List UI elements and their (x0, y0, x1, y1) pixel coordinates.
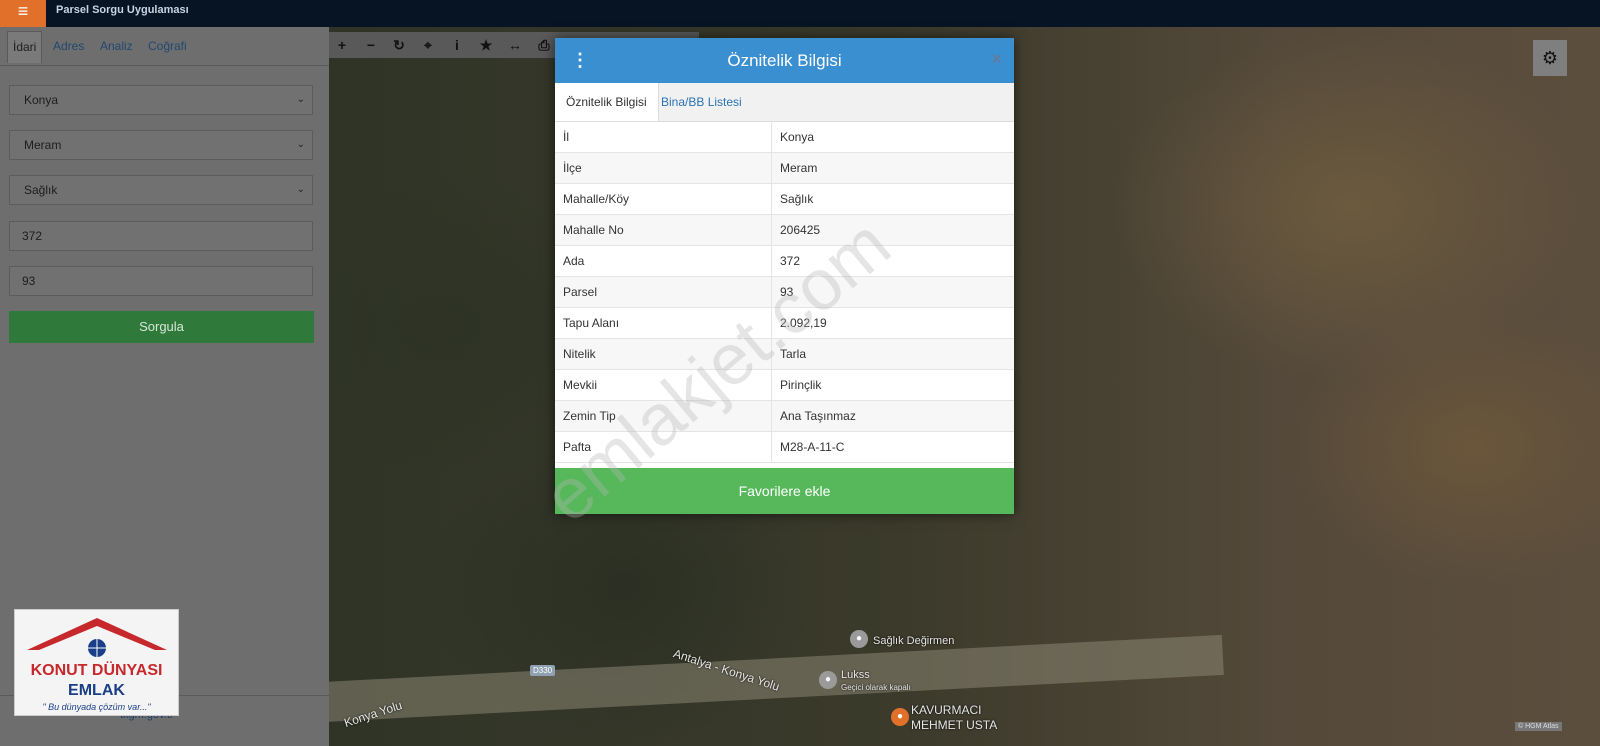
parsel-input[interactable]: 93 (9, 266, 313, 296)
table-row: Pafta M28-A-11-C (555, 431, 1014, 463)
poi-pin-icon[interactable]: ● (850, 630, 868, 648)
table-row: Nitelik Tarla (555, 338, 1014, 370)
measure-icon[interactable]: ↔ (504, 34, 526, 56)
attr-value: Konya (771, 122, 1014, 153)
map-label-poi: Sağlık Değirmen (873, 635, 955, 647)
app-title: Parsel Sorgu Uygulaması (56, 4, 189, 16)
map-label-poi-status: Geçici olarak kapalı (841, 683, 911, 692)
chevron-down-icon: ⌄ (296, 184, 305, 195)
ilce-select[interactable]: Meram ⌄ (9, 130, 313, 160)
chevron-down-icon: ⌄ (296, 94, 305, 105)
table-row: İlçe Meram (555, 152, 1014, 184)
chevron-down-icon: ⌄ (296, 139, 305, 150)
attr-value: 93 (771, 276, 1014, 308)
house-roof-icon (27, 618, 167, 657)
attr-value: Meram (771, 152, 1014, 184)
info-icon[interactable]: i (446, 34, 468, 56)
tab-idari[interactable]: İdari (7, 31, 43, 63)
table-row: Parsel 93 (555, 276, 1014, 308)
map-label-poi: KAVURMACI (911, 703, 982, 717)
modal-title: Öznitelik Bilgisi (727, 51, 842, 70)
poi-pin-icon[interactable]: ● (819, 671, 837, 689)
attr-value: 372 (771, 245, 1014, 277)
mahalle-select[interactable]: Sağlık ⌄ (9, 175, 313, 205)
il-select-value: Konya (24, 93, 59, 107)
tab-analiz[interactable]: Analiz (100, 39, 133, 53)
table-row: Mahalle No 206425 (555, 214, 1014, 246)
table-row: Tapu Alanı 2.092,19 (555, 307, 1014, 339)
map-label-poi-sub: MEHMET USTA (911, 718, 998, 732)
settings-gear-icon[interactable]: ⚙ (1533, 40, 1567, 76)
sidebar-tabs: İdari Adres Analiz Coğrafi (0, 27, 329, 66)
modal-tabs: Öznitelik Bilgisi Bina/BB Listesi (555, 83, 1014, 122)
logo-line-2: EMLAK (68, 682, 125, 699)
top-bar: ≡ Parsel Sorgu Uygulaması (0, 0, 1600, 27)
road-number-badge: D330 (530, 665, 556, 676)
tab-cografi[interactable]: Coğrafi (148, 39, 187, 53)
attr-key: Mevkii (555, 369, 772, 401)
zoom-in-icon[interactable]: + (331, 34, 353, 56)
close-icon[interactable]: × (991, 49, 1002, 70)
attr-key: Tapu Alanı (555, 307, 772, 339)
attr-key: Nitelik (555, 338, 772, 370)
attribute-table: İl Konya İlçe Meram Mahalle/Köy Sağlık Maha… (555, 122, 1014, 463)
ilce-select-value: Meram (24, 138, 62, 152)
attr-value: 206425 (771, 214, 1014, 246)
attr-value: Tarla (771, 338, 1014, 370)
tab-bina-listesi[interactable]: Bina/BB Listesi (650, 83, 753, 121)
attr-value: Pirinçlik (771, 369, 1014, 401)
attr-value: 2.092,19 (771, 307, 1014, 339)
attr-key: Pafta (555, 431, 772, 463)
zoom-out-icon[interactable]: − (360, 34, 382, 56)
map-label-poi: Lukss (841, 669, 870, 681)
table-row: Mahalle/Köy Sağlık (555, 183, 1014, 215)
restaurant-pin-icon[interactable]: ● (891, 708, 909, 726)
tab-oznitelik[interactable]: Öznitelik Bilgisi (555, 83, 659, 121)
logo-line-1: KONUT DÜNYASI (30, 662, 163, 679)
company-logo: KONUT DÜNYASI EMLAK " Bu dünyada çözüm v… (14, 609, 179, 716)
attr-key: İlçe (555, 152, 772, 184)
ada-input[interactable]: 372 (9, 221, 313, 251)
attribute-modal: ⋮ Öznitelik Bilgisi × Öznitelik Bilgisi … (555, 38, 1014, 514)
star-icon[interactable]: ★ (475, 34, 497, 56)
modal-header: ⋮ Öznitelik Bilgisi × (555, 38, 1014, 83)
map-attribution: © HGM Atlas (1515, 722, 1562, 731)
table-row: Zemin Tip Ana Taşınmaz (555, 400, 1014, 432)
attr-key: Mahalle/Köy (555, 183, 772, 215)
attr-key: Parsel (555, 276, 772, 308)
table-row: İl Konya (555, 122, 1014, 153)
add-favorite-button[interactable]: Favorilere ekle (555, 468, 1014, 514)
attr-value: Ana Taşınmaz (771, 400, 1014, 432)
sorgula-button[interactable]: Sorgula (9, 311, 314, 343)
print-icon[interactable]: ⎙ (533, 34, 555, 56)
attr-value: Sağlık (771, 183, 1014, 215)
il-select[interactable]: Konya ⌄ (9, 85, 313, 115)
attr-value: M28-A-11-C (771, 431, 1014, 463)
attr-key: Mahalle No (555, 214, 772, 246)
table-row: Ada 372 (555, 245, 1014, 277)
locate-icon[interactable]: ⌖ (417, 34, 439, 56)
logo-slogan: " Bu dünyada çözüm var..." (42, 702, 151, 712)
attr-key: Ada (555, 245, 772, 277)
attr-key: Zemin Tip (555, 400, 772, 432)
mahalle-select-value: Sağlık (24, 183, 58, 197)
attr-key: İl (555, 122, 772, 153)
hamburger-menu-icon[interactable]: ≡ (0, 0, 46, 27)
tab-adres[interactable]: Adres (53, 39, 84, 53)
refresh-icon[interactable]: ↻ (388, 34, 410, 56)
table-row: Mevkii Pirinçlik (555, 369, 1014, 401)
